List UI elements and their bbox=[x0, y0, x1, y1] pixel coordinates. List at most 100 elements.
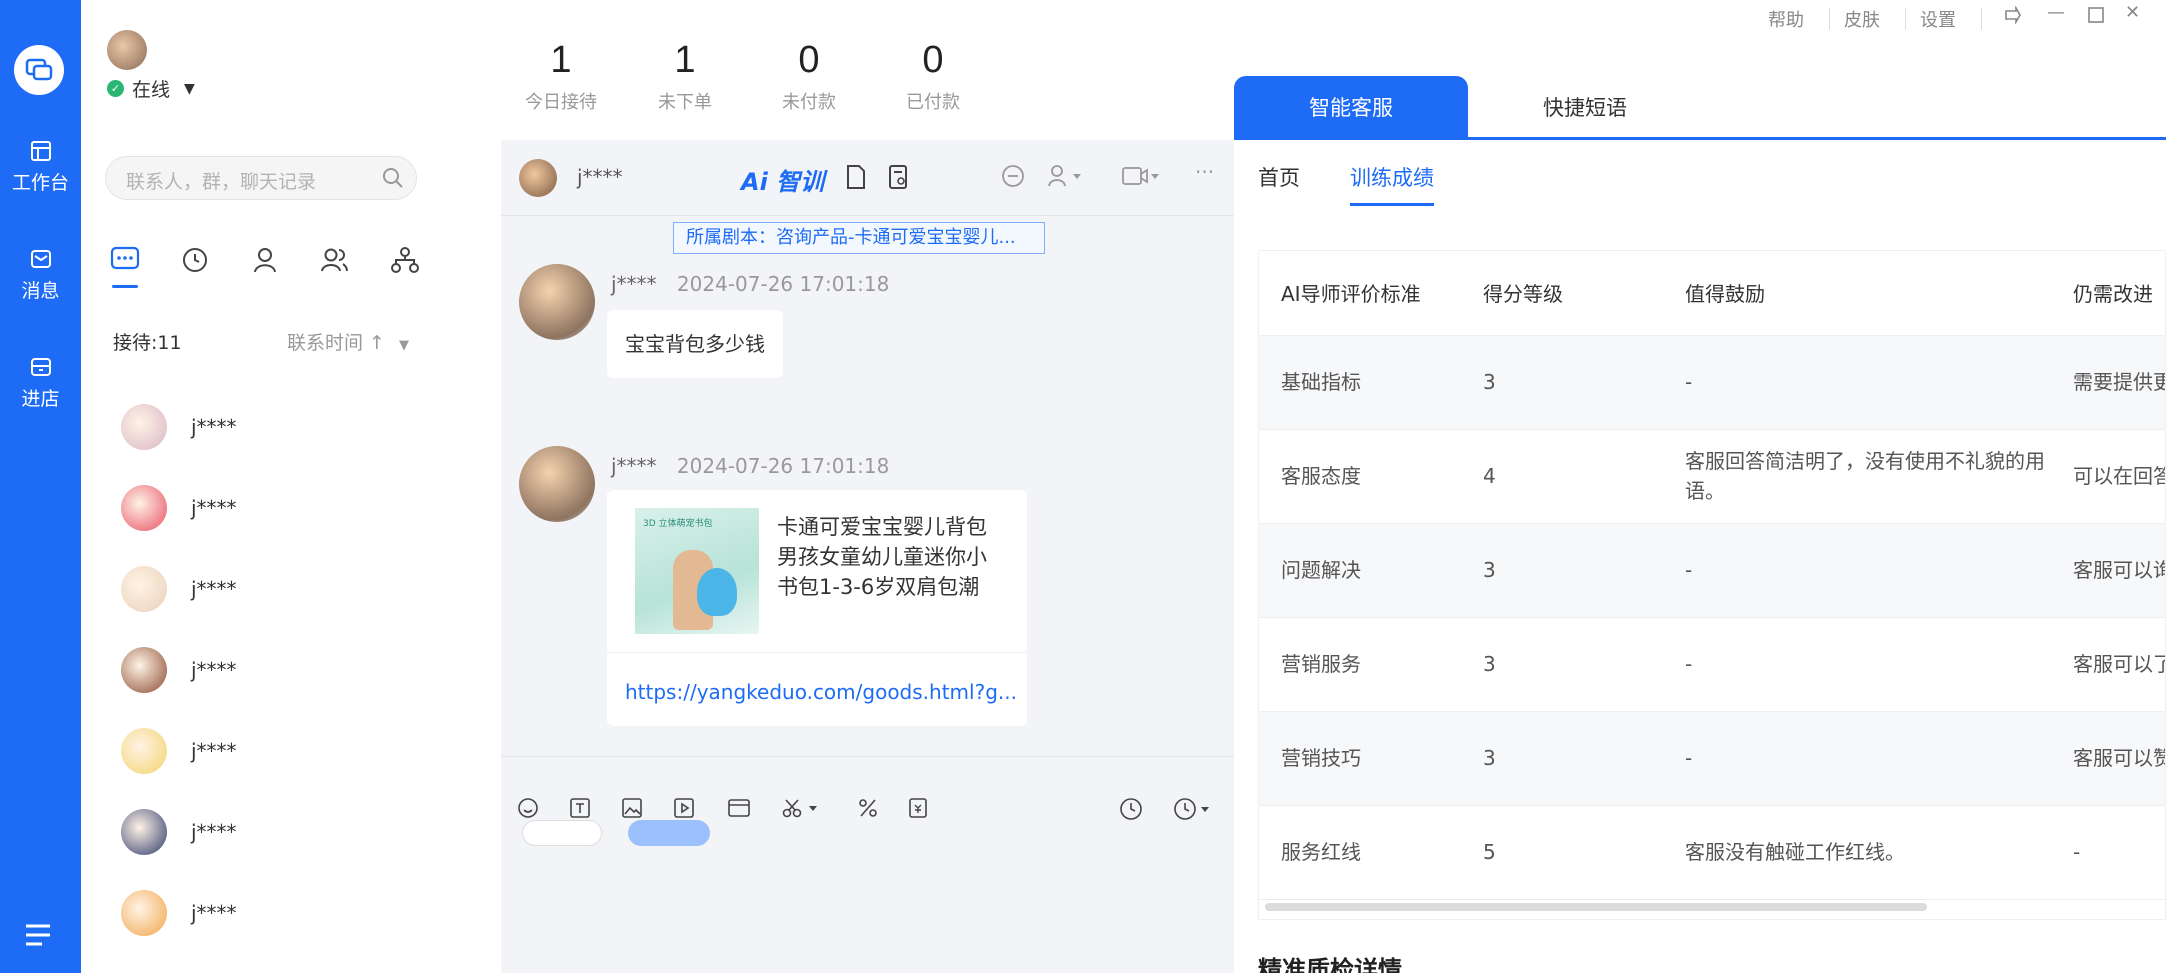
search-placeholder: 联系人，群，聊天记录 bbox=[126, 171, 317, 193]
customer-avatar bbox=[519, 446, 595, 522]
table-cell: - bbox=[2051, 805, 2165, 900]
contact-name: j**** bbox=[191, 820, 237, 844]
table-cell: 3 bbox=[1461, 523, 1663, 618]
sort-selector[interactable]: 联系时间 ↑ ▼ bbox=[287, 328, 409, 355]
emoji-icon[interactable] bbox=[517, 797, 539, 819]
message-meta: j**** 2024-07-26 17:01:18 bbox=[611, 272, 889, 296]
tab-chats[interactable] bbox=[105, 240, 145, 288]
my-avatar[interactable] bbox=[107, 30, 147, 70]
close-session-button[interactable] bbox=[522, 820, 602, 846]
online-check-icon: ✓ bbox=[107, 80, 124, 97]
block-icon[interactable] bbox=[1001, 164, 1025, 188]
skin-link[interactable]: 皮肤 bbox=[1844, 6, 1880, 32]
table-header-row: AI导师评价标准 得分等级 值得鼓励 仍需改进 bbox=[1259, 251, 2165, 336]
image-icon[interactable] bbox=[621, 797, 643, 819]
tab-groups[interactable] bbox=[315, 240, 355, 280]
goods-link[interactable]: https://yangkeduo.com/goods.html?g... bbox=[625, 680, 1017, 704]
status-selector[interactable]: ✓ 在线 ▼ bbox=[107, 75, 195, 102]
video-icon[interactable] bbox=[1121, 164, 1161, 188]
contact-item[interactable]: j**** bbox=[121, 478, 421, 538]
stat-today-reception: 1 今日接待 bbox=[501, 38, 621, 114]
schedule-icon[interactable] bbox=[1173, 797, 1213, 821]
subtab-home[interactable]: 首页 bbox=[1258, 162, 1300, 192]
maximize-icon[interactable] bbox=[2087, 6, 2105, 29]
table-cell: 需要提供更多信息，以便 bbox=[2051, 335, 2165, 430]
settings-link[interactable]: 设置 bbox=[1920, 6, 1956, 32]
ai-training-button[interactable]: Ai 智训 bbox=[741, 162, 824, 197]
score-table: AI导师评价标准 得分等级 值得鼓励 仍需改进 基础指标3-需要提供更多信息，以… bbox=[1259, 251, 2165, 900]
help-link[interactable]: 帮助 bbox=[1768, 6, 1804, 32]
contact-item[interactable]: j**** bbox=[121, 721, 421, 781]
divider bbox=[1905, 8, 1906, 30]
horizontal-scrollbar[interactable] bbox=[1265, 903, 1927, 911]
goods-title: 卡通可爱宝宝婴儿背包男孩女童幼儿童迷你小书包1-3-6岁双肩包潮 bbox=[777, 515, 987, 599]
tab-recent[interactable] bbox=[175, 240, 215, 280]
history-icon[interactable] bbox=[1119, 797, 1143, 821]
contact-name: j**** bbox=[191, 415, 237, 439]
note-icon[interactable] bbox=[845, 164, 867, 190]
contact-item[interactable]: j**** bbox=[121, 883, 421, 943]
script-tag[interactable]: 所属剧本：咨询产品-卡通可爱宝宝婴儿... bbox=[673, 222, 1045, 254]
scissors-icon[interactable] bbox=[781, 797, 821, 819]
contact-filter-tabs bbox=[105, 240, 475, 290]
stat-label: 未付款 bbox=[782, 92, 836, 113]
message-time: 2024-07-26 17:01:18 bbox=[676, 454, 890, 478]
chat-bubble-logo-icon bbox=[25, 58, 53, 81]
contact-item[interactable]: j**** bbox=[121, 802, 421, 862]
table-cell: 客服可以赞美客户、 bbox=[2051, 711, 2165, 806]
clock-icon bbox=[183, 248, 207, 272]
stat-value: 0 bbox=[798, 39, 820, 81]
search-input[interactable]: 联系人，群，聊天记录 bbox=[105, 156, 417, 200]
tab-organization[interactable] bbox=[385, 240, 425, 280]
discount-icon[interactable] bbox=[857, 797, 879, 819]
table-row: 问题解决3-客服可以询问如颜色、 bbox=[1259, 523, 2165, 618]
assistant-panel: 智能客服 快捷短语 首页 训练成绩 AI导师评价标准 得分等级 值得鼓励 仍需改… bbox=[1234, 70, 2166, 973]
close-icon[interactable]: ✕ bbox=[2125, 2, 2140, 23]
pin-icon[interactable] bbox=[2003, 4, 2023, 29]
app-root: 工作台 消息 进店 ✓ 在线 ▼ 1 今日接待 1 未下单 0 未付款 0 已付… bbox=[0, 0, 2166, 973]
contact-avatar bbox=[121, 647, 167, 693]
video-play-icon[interactable] bbox=[673, 797, 695, 819]
document-check-icon[interactable] bbox=[887, 164, 909, 190]
tab-contacts[interactable] bbox=[245, 240, 285, 280]
contact-item[interactable]: j**** bbox=[121, 640, 421, 700]
app-logo bbox=[14, 45, 64, 95]
message-sender: j**** bbox=[611, 272, 657, 296]
text-icon[interactable] bbox=[569, 797, 591, 819]
transfer-user-icon[interactable] bbox=[1047, 164, 1083, 188]
contact-avatar bbox=[121, 809, 167, 855]
column-header: 值得鼓励 bbox=[1663, 251, 2051, 336]
coupon-icon[interactable] bbox=[907, 797, 929, 819]
tab-quick-phrases[interactable]: 快捷短语 bbox=[1468, 76, 1702, 140]
minimize-icon[interactable]: — bbox=[2047, 2, 2065, 23]
card-icon[interactable] bbox=[727, 797, 751, 819]
rail-item-workbench[interactable]: 工作台 bbox=[0, 140, 81, 195]
table-row: 服务红线 5 客服没有触碰工作红线。 - bbox=[1259, 805, 2165, 900]
menu-icon[interactable] bbox=[24, 922, 52, 952]
send-button[interactable] bbox=[628, 820, 710, 846]
score-card: AI导师评价标准 得分等级 值得鼓励 仍需改进 基础指标3-需要提供更多信息，以… bbox=[1258, 250, 2166, 920]
table-cell: 客服没有触碰工作红线。 bbox=[1663, 805, 2051, 900]
message-icon bbox=[30, 250, 51, 268]
subtab-training-results[interactable]: 训练成绩 bbox=[1350, 162, 1434, 206]
contact-name: j**** bbox=[577, 165, 623, 189]
table-row: 基础指标3-需要提供更多信息，以便 bbox=[1259, 335, 2165, 430]
column-header: 仍需改进 bbox=[2051, 251, 2165, 336]
tab-smart-service[interactable]: 智能客服 bbox=[1234, 76, 1468, 140]
goods-thumbnail: 3D 立体萌宠书包 bbox=[635, 508, 759, 634]
table-cell: - bbox=[1663, 617, 2051, 712]
goods-card[interactable]: 3D 立体萌宠书包 卡通可爱宝宝婴儿背包男孩女童幼儿童迷你小书包1-3-6岁双肩… bbox=[607, 490, 1027, 726]
contact-item[interactable]: j**** bbox=[121, 397, 421, 457]
contact-name: j**** bbox=[191, 577, 237, 601]
stat-paid: 0 已付款 bbox=[873, 38, 993, 114]
more-icon[interactable]: ··· bbox=[1195, 160, 1214, 184]
message-time: 2024-07-26 17:01:18 bbox=[676, 272, 890, 296]
stat-not-ordered: 1 未下单 bbox=[625, 38, 745, 114]
table-cell: 5 bbox=[1461, 805, 1663, 900]
contact-item[interactable]: j**** bbox=[121, 559, 421, 619]
rail-item-store[interactable]: 进店 bbox=[0, 356, 81, 411]
rail-item-message[interactable]: 消息 bbox=[0, 248, 81, 303]
message-sender: j**** bbox=[611, 454, 657, 478]
composer[interactable] bbox=[501, 756, 1234, 973]
customer-avatar bbox=[519, 264, 595, 340]
